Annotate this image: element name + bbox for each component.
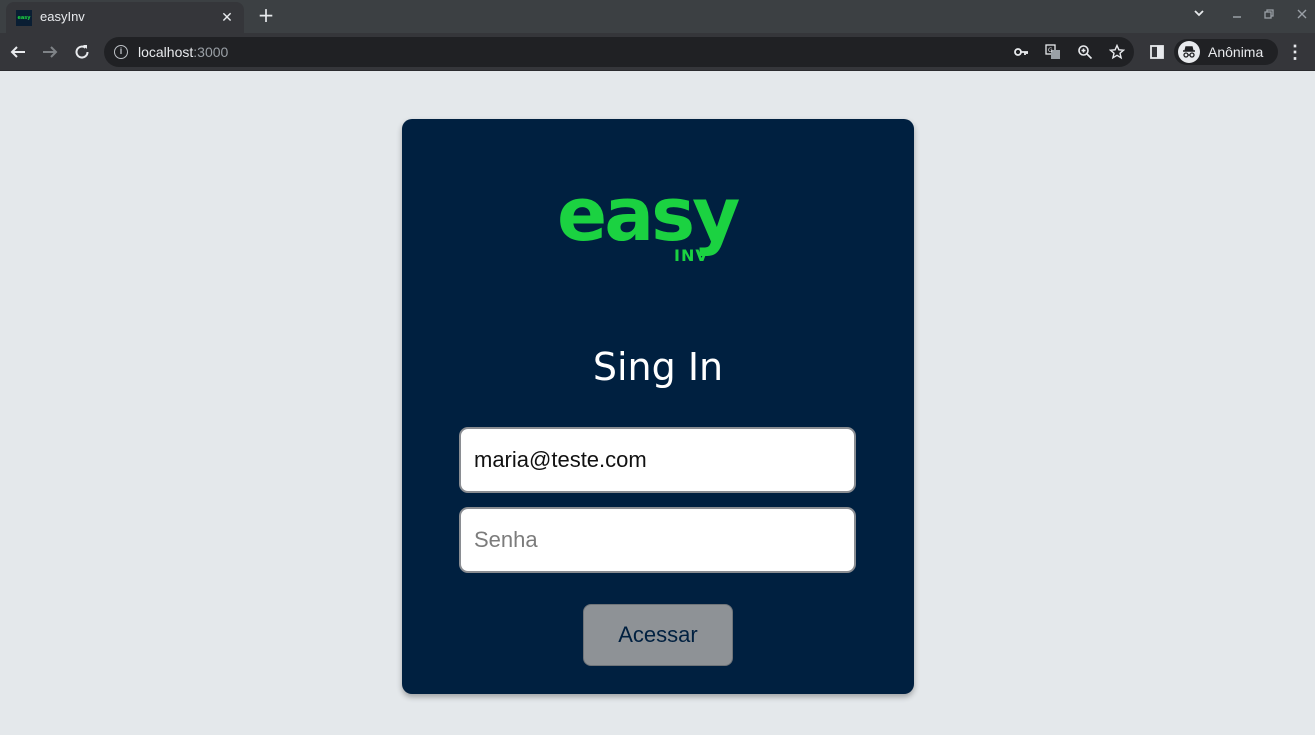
incognito-icon (1178, 41, 1200, 63)
forward-arrow-icon[interactable] (38, 40, 62, 64)
access-button[interactable]: Acessar (583, 604, 733, 666)
password-field[interactable] (459, 507, 856, 573)
logo-subtitle: INV (674, 246, 709, 265)
email-field[interactable] (459, 427, 856, 493)
page-title: Sing In (592, 345, 724, 389)
site-info-icon[interactable]: i (114, 45, 128, 59)
bookmark-star-icon[interactable] (1108, 43, 1126, 61)
restore-icon[interactable] (1259, 6, 1279, 26)
page-viewport: easy INV Sing In Acessar (0, 72, 1315, 735)
profile-button[interactable]: Anônima (1174, 39, 1278, 65)
address-bar[interactable]: i localhost:3000 G (104, 37, 1134, 67)
zoom-icon[interactable] (1076, 43, 1094, 61)
login-card: easy INV Sing In Acessar (402, 119, 914, 694)
browser-tab[interactable]: easy easyInv ✕ (6, 2, 244, 33)
reload-icon[interactable] (70, 40, 94, 64)
svg-text:G: G (1048, 47, 1053, 54)
tab-close-icon[interactable]: ✕ (218, 8, 236, 26)
tab-search-icon[interactable] (1189, 6, 1209, 26)
more-menu-icon[interactable]: ⋮ (1286, 41, 1304, 63)
logo-wordmark: easy (557, 172, 740, 258)
close-window-icon[interactable] (1292, 6, 1312, 26)
translate-icon[interactable]: G (1044, 43, 1062, 61)
side-panel-icon[interactable] (1145, 40, 1169, 64)
tab-favicon-icon: easy (16, 10, 32, 26)
url-text: localhost:3000 (138, 44, 229, 60)
profile-name: Anônima (1208, 44, 1264, 60)
easyinv-logo: easy INV (557, 175, 762, 269)
key-icon[interactable] (1012, 43, 1030, 61)
new-tab-button[interactable]: + (256, 5, 276, 25)
browser-tab-strip: easy easyInv ✕ + (0, 0, 1315, 33)
back-arrow-icon[interactable] (6, 40, 30, 64)
browser-toolbar: i localhost:3000 G Anônima ⋮ (0, 33, 1315, 71)
tab-title: easyInv (40, 9, 85, 24)
minimize-icon[interactable] (1227, 6, 1247, 26)
